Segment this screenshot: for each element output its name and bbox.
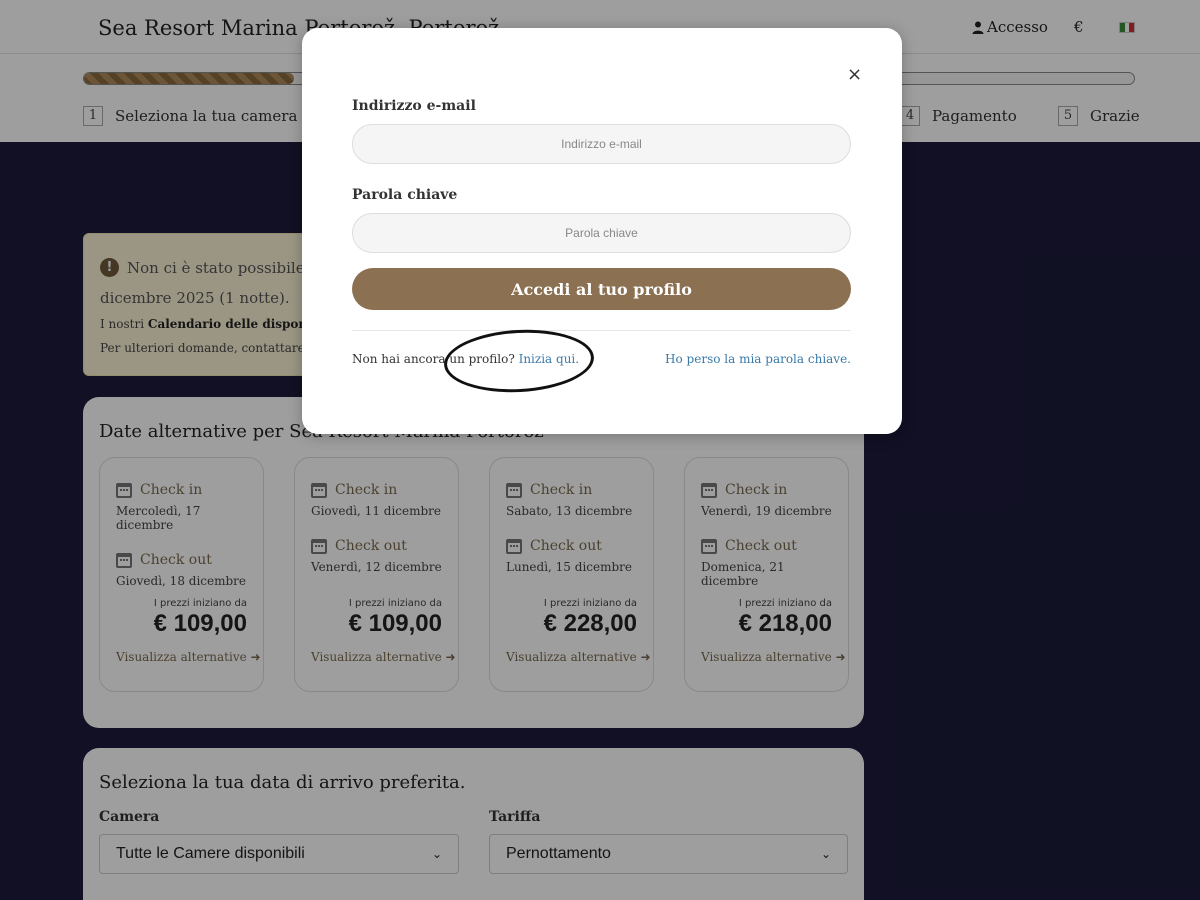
signup-prompt: Non hai ancora un profilo? Inizia qui. <box>352 352 579 366</box>
password-label: Parola chiave <box>352 187 458 203</box>
login-submit-button[interactable]: Accedi al tuo profilo <box>352 268 851 310</box>
password-field[interactable] <box>352 213 851 253</box>
login-modal: × Indirizzo e-mail Parola chiave Accedi … <box>302 28 902 434</box>
forgot-password-link[interactable]: Ho perso la mia parola chiave. <box>665 352 851 366</box>
modal-divider <box>352 330 851 331</box>
signup-link[interactable]: Inizia qui. <box>519 352 580 366</box>
close-icon[interactable]: × <box>847 64 862 85</box>
email-label: Indirizzo e-mail <box>352 98 476 114</box>
email-field[interactable] <box>352 124 851 164</box>
no-profile-text: Non hai ancora un profilo? <box>352 352 515 366</box>
